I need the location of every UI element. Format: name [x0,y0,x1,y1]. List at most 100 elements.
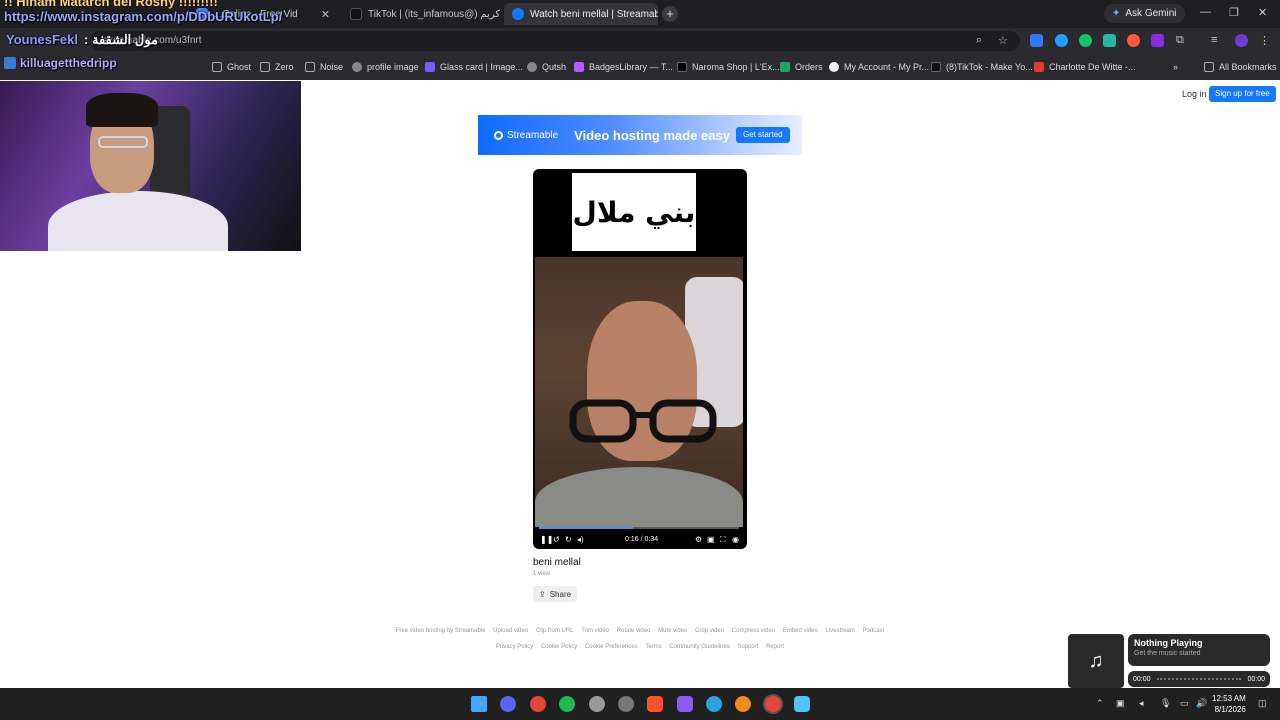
forward-icon[interactable]: ↻ [565,535,572,544]
pause-icon[interactable]: ❚❚ [540,535,553,544]
volume-icon[interactable]: 🔊 [1196,698,1207,709]
footer-link[interactable]: Trim video [581,628,609,634]
bookmark-orders[interactable]: Orders [780,60,823,74]
bookmark-tiktok[interactable]: (8)TikTok - Make Yo... [931,60,1033,74]
footer-link[interactable]: Free video hosting by Streamable [396,628,486,634]
total-time: 00:00 [1247,675,1265,683]
puzzle-icon[interactable]: ⧉ [1176,34,1189,47]
footer-link[interactable]: Support [737,644,758,650]
profile-avatar[interactable] [1235,34,1248,47]
close-window-icon[interactable]: ✕ [1258,6,1267,19]
bookmark-qutsh[interactable]: Qutsh [527,60,566,74]
discord-icon[interactable] [500,696,516,712]
footer-link[interactable]: Clip from URL [536,628,574,634]
footer-link[interactable]: Rotate video [617,628,651,634]
bookmark-label: My Account - My Pr... [844,62,930,72]
extension-icon[interactable] [1055,34,1068,47]
extension-icon[interactable] [1103,34,1116,47]
footer-link[interactable]: Livestream [826,628,855,634]
footer-link[interactable]: Cookie Policy [541,644,577,650]
bookmark-my-account[interactable]: My Account - My Pr... [829,60,929,74]
video-text-overlay: بني ملال [572,173,696,251]
promo-banner[interactable]: Streamable Video hosting made easy Get s… [478,115,802,155]
share-button[interactable]: ⇪ Share [533,586,578,602]
video-frame[interactable] [535,257,743,527]
now-playing-progress[interactable]: 00:00 00:00 [1128,671,1270,687]
tray-app-icon[interactable]: ▣ [1116,698,1125,709]
tab-2[interactable]: TikTok | (its_infamous@) كريم ✕ [342,3,500,25]
app-icon[interactable] [735,696,751,712]
footer-link[interactable]: Crop video [695,628,724,634]
windows-start-icon[interactable] [471,696,487,712]
zoom-icon[interactable]: ⌕ [976,34,989,47]
banner-tagline: Video hosting made easy [574,127,730,143]
obs-icon[interactable] [589,696,605,712]
bookmark-badges[interactable]: BadgesLibrary — T... [574,60,673,74]
streamable-icon[interactable]: ◉ [732,535,739,544]
bookmark-zero[interactable]: Zero [260,60,294,74]
settings-icon[interactable]: ⚙ [695,535,702,544]
spotify-icon[interactable] [559,696,575,712]
bookmark-profile-image[interactable]: profile image [352,60,419,74]
progress-bar[interactable] [539,527,739,529]
login-link[interactable]: Log in [1182,89,1207,99]
footer-link[interactable]: Compress video [732,628,775,634]
footer-link[interactable]: Podcast [863,628,885,634]
menu-icon[interactable]: ⋮ [1259,34,1272,47]
footer-link[interactable]: Terms [645,644,661,650]
network-icon[interactable]: ▭ [1180,698,1189,709]
now-playing-card[interactable]: Nothing Playing Get the music started [1128,634,1270,666]
tray-app-icon[interactable]: ◂ [1139,698,1144,709]
fullscreen-icon[interactable]: ⛶ [720,535,726,545]
folder-icon [1204,62,1214,72]
footer-link[interactable]: Community Guidelines [669,644,729,650]
footer-link[interactable]: Cookie Preferences [585,644,638,650]
star-icon[interactable]: ☆ [998,34,1011,47]
bookmark-charlotte[interactable]: Charlotte De Witte -... [1034,60,1136,74]
webcam-feed [0,81,301,251]
maximize-icon[interactable]: ❐ [1229,6,1239,19]
chrome-active-icon[interactable] [765,696,781,712]
overlay-user: YounesFekl: مول الشقفة [6,32,158,48]
footer-link[interactable]: Mute video [658,628,687,634]
tab-search-icon[interactable]: ≡ [1211,34,1224,47]
app-icon[interactable] [618,696,634,712]
streamable-icon [512,8,524,20]
bookmark-ghost[interactable]: Ghost [212,60,251,74]
extension-icon[interactable] [1079,34,1092,47]
minimize-icon[interactable]: — [1200,6,1211,18]
notification-icon[interactable]: ◫ [1258,698,1267,709]
footer-link[interactable]: Upload video [493,628,528,634]
footer-link[interactable]: Report [766,644,784,650]
extension-icon[interactable] [1151,34,1164,47]
volume-icon[interactable]: ◂) [577,535,584,544]
url-field[interactable]: streamable.com/u3fnrt [90,31,1020,51]
signup-button[interactable]: Sign up for free [1209,86,1276,102]
chevron-up-icon[interactable]: ⌃ [1096,698,1104,709]
microphone-icon[interactable]: 🎙 [1160,698,1171,709]
chrome-icon[interactable] [530,696,546,712]
pip-icon[interactable]: ▣ [707,535,715,544]
footer-link[interactable]: Embed video [783,628,818,634]
bookmark-naroma[interactable]: Naroma Shop | L'Ex... [677,60,780,74]
bookmark-glass-card[interactable]: Glass card | Image... [425,60,523,74]
system-clock[interactable]: 12:53 AM 8/1/2026 [1212,693,1246,715]
ask-gemini-button[interactable]: ✦ Ask Gemini [1104,4,1185,23]
telegram-icon[interactable] [706,696,722,712]
bookmark-noise[interactable]: Noise [305,60,343,74]
brave-icon[interactable] [647,696,663,712]
video-player[interactable]: بني ملال ❚❚ ↺ ↻ ◂) 0:16 / 0:34 ⚙ ▣ ⛶ ◉ [533,169,747,549]
close-icon[interactable]: ✕ [321,8,330,21]
app-icon[interactable] [794,696,810,712]
footer-link[interactable]: Privacy Policy [496,644,533,650]
rewind-icon[interactable]: ↺ [553,535,560,544]
extension-icon[interactable] [1127,34,1140,47]
chevron-right-icon[interactable]: » [1173,60,1178,74]
app-icon[interactable] [677,696,693,712]
new-tab-button[interactable]: + [662,6,678,22]
site-icon [425,62,435,72]
extension-icon[interactable] [1030,34,1043,47]
get-started-button[interactable]: Get started [736,127,790,143]
tab-active[interactable]: Watch beni mellal | Streamab 🔊 ✕ [504,3,658,25]
all-bookmarks[interactable]: All Bookmarks [1204,60,1277,74]
